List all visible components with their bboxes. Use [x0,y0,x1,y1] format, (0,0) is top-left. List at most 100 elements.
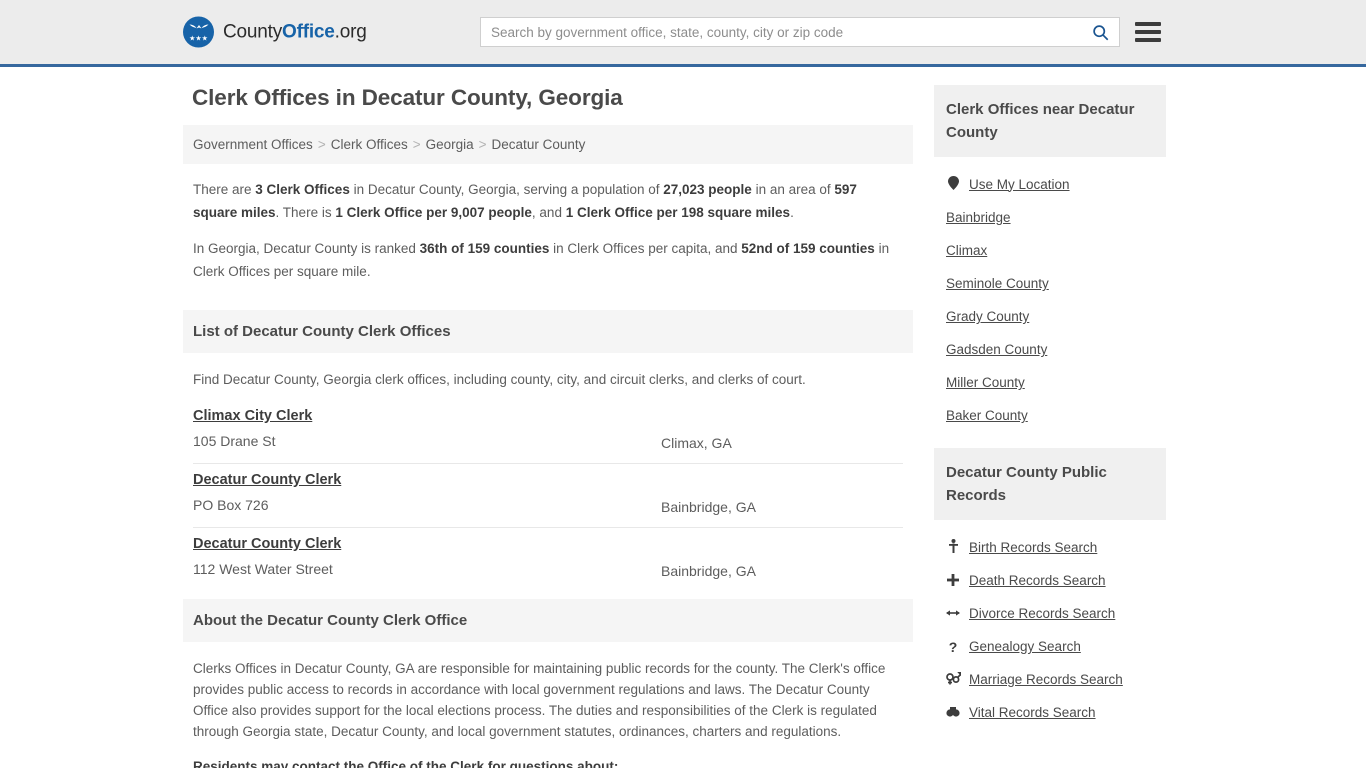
breadcrumb-item-clerk-offices[interactable]: Clerk Offices [331,137,408,152]
binoculars-shape [946,707,960,717]
intro-statistics: There are 3 Clerk Offices in Decatur Cou… [183,164,913,302]
hamburger-bar [1135,38,1161,42]
section-heading-list: List of Decatur County Clerk Offices [183,310,913,353]
sidebar-item-miller-county[interactable]: Miller County [946,366,1154,399]
sidebar-link-label[interactable]: Genealogy Search [969,639,1081,654]
sidebar-item-bainbridge[interactable]: Bainbridge [946,201,1154,234]
breadcrumb-item-government-offices[interactable]: Government Offices [193,137,313,152]
sidebar-heading-records: Decatur County Public Records [934,448,1166,520]
intro-paragraph-counts: There are 3 Clerk Offices in Decatur Cou… [193,178,903,224]
sidebar-item-seminole-county[interactable]: Seminole County [946,267,1154,300]
office-city-state: Bainbridge, GA [661,499,756,515]
cross-icon [946,573,960,588]
search-bar[interactable] [480,17,1120,47]
office-list: Climax City Clerk 105 Drane St Climax, G… [183,400,913,591]
sidebar-link-label[interactable]: Climax [946,243,987,258]
about-content: Clerks Offices in Decatur County, GA are… [183,642,913,768]
office-city-state: Bainbridge, GA [661,563,756,579]
section-heading-about: About the Decatur County Clerk Office [183,599,913,642]
office-address: PO Box 726 [193,497,269,513]
breadcrumb-item-georgia[interactable]: Georgia [426,137,474,152]
search-button[interactable] [1081,18,1119,46]
sidebar-link-label[interactable]: Marriage Records Search [969,672,1123,687]
venus-mars-shape [946,672,962,685]
map-pin-icon [946,176,960,192]
sidebar-item-death-records[interactable]: Death Records Search [946,564,1154,597]
office-name-link[interactable]: Decatur County Clerk [193,472,341,488]
logo-word-county: County [223,21,283,42]
hamburger-bar [1135,30,1161,34]
office-address: 105 Drane St [193,433,276,449]
logo-wordmark: CountyOffice.org [223,21,367,43]
venus-mars-icon [946,672,962,687]
table-row[interactable]: Decatur County Clerk PO Box 726 Bainbrid… [193,464,903,528]
intro-paragraph-rankings: In Georgia, Decatur County is ranked 36t… [193,237,903,283]
breadcrumb-separator: > [478,137,487,152]
breadcrumb-item-decatur-county[interactable]: Decatur County [492,137,586,152]
stat-rank-area: 52nd of 159 counties [741,241,875,256]
child-icon [946,539,960,555]
sidebar-link-label[interactable]: Baker County [946,408,1028,423]
intro-text: in Clerk Offices per capita, and [549,241,742,256]
sidebar-item-use-my-location[interactable]: Use My Location [946,167,1154,201]
sidebar-link-label[interactable]: Grady County [946,309,1029,324]
office-name-link[interactable]: Climax City Clerk [193,408,312,424]
sidebar-link-label[interactable]: Birth Records Search [969,540,1097,555]
hamburger-bar [1135,22,1161,26]
sidebar-item-grady-county[interactable]: Grady County [946,300,1154,333]
office-address: 112 West Water Street [193,561,333,577]
child-shape [948,539,958,553]
list-description: Find Decatur County, Georgia clerk offic… [193,372,806,387]
about-subheading: Residents may contact the Office of the … [193,759,619,768]
logo-stars: ★★★ [189,35,208,43]
main-content: Clerk Offices in Decatur County, Georgia… [183,85,913,768]
logo-word-office: Office [282,21,335,42]
office-name-link[interactable]: Decatur County Clerk [193,536,341,552]
sidebar-link-label[interactable]: Seminole County [946,276,1049,291]
sidebar-link-label[interactable]: Use My Location [969,177,1070,192]
intro-text: in Decatur County, Georgia, serving a po… [349,182,664,197]
sidebar-link-label[interactable]: Divorce Records Search [969,606,1115,621]
sidebar-item-marriage-records[interactable]: Marriage Records Search [946,663,1154,696]
sidebar: Clerk Offices near Decatur County Use My… [934,85,1166,733]
sidebar-records-links: Birth Records Search Death Records Searc… [934,520,1166,733]
sidebar-heading-nearby: Clerk Offices near Decatur County [934,85,1166,157]
table-row[interactable]: Climax City Clerk 105 Drane St Climax, G… [193,400,903,464]
intro-text: in an area of [751,182,835,197]
arrows-shape [946,610,960,616]
sidebar-nearby-links: Use My Location Bainbridge Climax Semino… [934,157,1166,436]
stat-office-count: 3 Clerk Offices [255,182,350,197]
intro-text: In Georgia, Decatur County is ranked [193,241,420,256]
sidebar-records-block: Decatur County Public Records Birth Reco… [934,448,1166,733]
site-logo[interactable]: ★★★ CountyOffice.org [183,16,367,48]
sidebar-link-label[interactable]: Vital Records Search [969,705,1096,720]
sidebar-item-vital-records[interactable]: Vital Records Search [946,696,1154,729]
logo-word-org: .org [334,21,367,42]
arrows-horizontal-icon [946,607,960,620]
intro-text: . There is [275,205,336,220]
sidebar-item-gadsden-county[interactable]: Gadsden County [946,333,1154,366]
hamburger-menu-icon[interactable] [1135,22,1161,42]
sidebar-item-baker-county[interactable]: Baker County [946,399,1154,432]
intro-text: There are [193,182,256,197]
table-row[interactable]: Decatur County Clerk 112 West Water Stre… [193,528,903,591]
breadcrumb-separator: > [412,137,421,152]
question-mark-icon: ? [948,638,958,655]
map-pin-shape [947,176,959,190]
site-header: ★★★ CountyOffice.org [0,0,1366,67]
binoculars-icon [946,706,960,719]
sidebar-item-genealogy[interactable]: ? Genealogy Search [946,630,1154,663]
sidebar-item-divorce-records[interactable]: Divorce Records Search [946,597,1154,630]
sidebar-link-label[interactable]: Miller County [946,375,1025,390]
sidebar-item-climax[interactable]: Climax [946,234,1154,267]
search-input[interactable] [481,18,1081,46]
eagle-wings-shape [189,24,208,29]
sidebar-link-label[interactable]: Bainbridge [946,210,1011,225]
sidebar-item-birth-records[interactable]: Birth Records Search [946,530,1154,564]
office-city-state: Climax, GA [661,435,732,451]
stat-rank-capita: 36th of 159 counties [419,241,550,256]
sidebar-link-label[interactable]: Death Records Search [969,573,1106,588]
about-paragraph: Clerks Offices in Decatur County, GA are… [193,661,886,739]
sidebar-link-label[interactable]: Gadsden County [946,342,1047,357]
stat-per-area: 1 Clerk Office per 198 square miles [565,205,791,220]
